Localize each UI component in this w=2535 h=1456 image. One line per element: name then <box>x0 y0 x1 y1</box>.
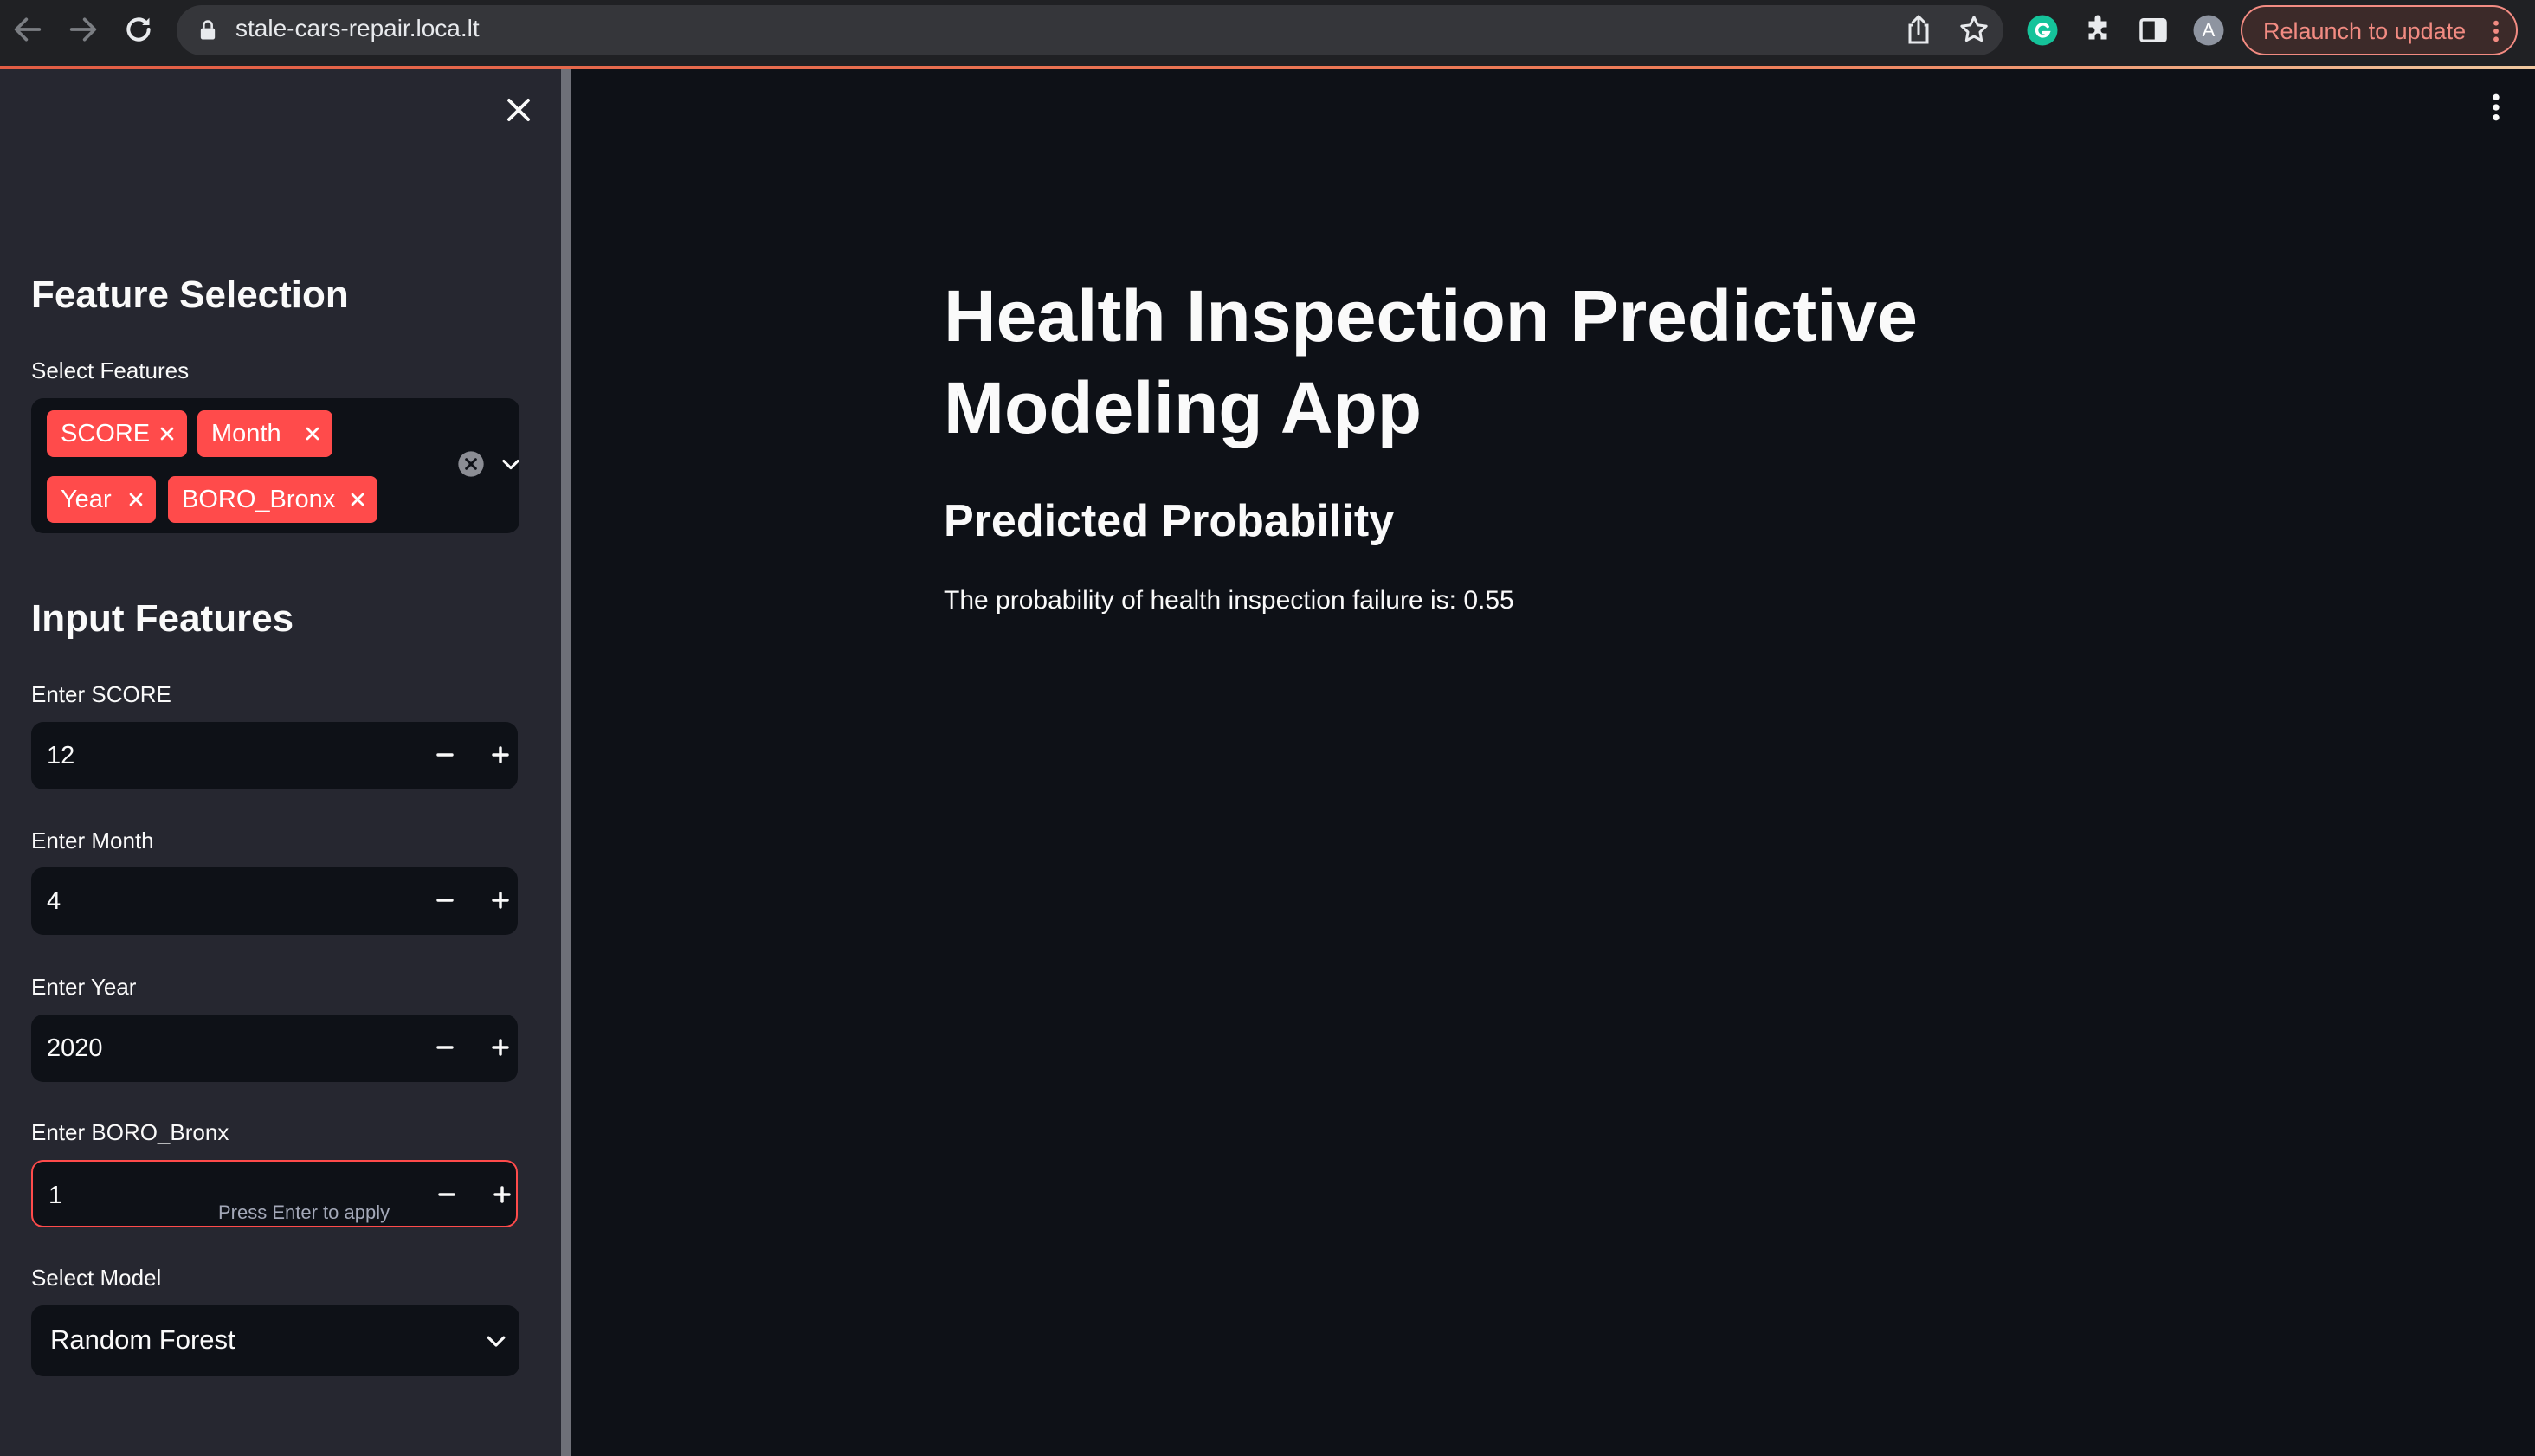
score-number-input[interactable]: 12 <box>31 722 518 789</box>
feature-selection-heading: Feature Selection <box>31 274 349 316</box>
remove-chip-icon[interactable] <box>305 426 320 441</box>
increment-icon[interactable] <box>487 1034 514 1061</box>
clear-all-icon[interactable] <box>457 450 485 478</box>
decrement-icon[interactable] <box>431 1034 459 1061</box>
select-model-label: Select Model <box>31 1265 162 1291</box>
forward-arrow-icon[interactable] <box>66 12 100 47</box>
chip-score: SCORE <box>47 410 187 457</box>
number-value[interactable]: 4 <box>47 886 61 916</box>
share-icon[interactable] <box>1901 12 1936 47</box>
profile-initial: A <box>2202 19 2216 41</box>
remove-chip-icon[interactable] <box>350 492 365 507</box>
chip-boro-bronx: BORO_Bronx <box>168 476 377 523</box>
increment-icon[interactable] <box>487 886 514 914</box>
profile-avatar[interactable]: A <box>2190 12 2227 48</box>
sidebar-resize-handle[interactable] <box>561 69 571 1456</box>
press-enter-hint: Press Enter to apply <box>218 1202 390 1223</box>
decrement-icon[interactable] <box>431 886 459 914</box>
year-input-label: Enter Year <box>31 974 137 1000</box>
lock-icon[interactable] <box>196 18 220 42</box>
chip-month: Month <box>197 410 332 457</box>
increment-icon[interactable] <box>487 741 514 769</box>
prediction-result-text: The probability of health inspection fai… <box>944 586 1514 615</box>
reload-icon[interactable] <box>121 12 156 47</box>
page-title: Health Inspection Predictive Modeling Ap… <box>944 275 1918 448</box>
features-multiselect[interactable]: SCORE Month Year BORO_Bronx <box>31 398 519 533</box>
chip-label: SCORE <box>61 420 151 448</box>
relaunch-label: Relaunch to update <box>2263 18 2467 44</box>
boro-bronx-input-label: Enter BORO_Bronx <box>31 1119 229 1145</box>
chip-label: Year <box>61 486 112 513</box>
relaunch-button[interactable]: Relaunch to update <box>2241 5 2518 55</box>
star-icon[interactable] <box>1957 12 1991 47</box>
main-menu-icon[interactable] <box>2483 90 2509 125</box>
close-sidebar-icon[interactable] <box>502 93 535 126</box>
browser-toolbar: stale-cars-repair.loca.lt A Relaunch to … <box>0 0 2535 68</box>
number-value[interactable]: 1 <box>48 1181 62 1210</box>
number-value[interactable]: 2020 <box>47 1034 103 1063</box>
decrement-icon[interactable] <box>431 741 459 769</box>
remove-chip-icon[interactable] <box>159 426 175 441</box>
increment-icon[interactable] <box>488 1181 516 1208</box>
url-text[interactable]: stale-cars-repair.loca.lt <box>235 13 480 44</box>
chevron-down-icon[interactable] <box>499 452 523 476</box>
chip-year: Year <box>47 476 156 523</box>
number-value[interactable]: 12 <box>47 741 74 770</box>
model-select-value: Random Forest <box>50 1324 235 1355</box>
app-root: stale-cars-repair.loca.lt A Relaunch to … <box>0 0 2535 1456</box>
kebab-menu-icon[interactable] <box>2490 17 2502 45</box>
extensions-puzzle-icon[interactable] <box>2080 12 2116 48</box>
month-input-label: Enter Month <box>31 828 154 854</box>
score-input-label: Enter SCORE <box>31 681 171 707</box>
chip-label: BORO_Bronx <box>182 486 336 513</box>
select-features-label: Select Features <box>31 358 190 383</box>
remove-chip-icon[interactable] <box>128 492 144 507</box>
side-panel-icon[interactable] <box>2135 12 2171 48</box>
chip-label: Month <box>211 420 281 448</box>
input-features-heading: Input Features <box>31 597 294 640</box>
boro-bronx-number-input[interactable]: 1 Press Enter to apply <box>31 1160 518 1227</box>
predicted-probability-heading: Predicted Probability <box>944 496 1395 546</box>
back-arrow-icon[interactable] <box>10 12 45 47</box>
grammarly-icon[interactable] <box>2024 12 2061 48</box>
chevron-down-icon[interactable] <box>483 1328 509 1354</box>
decrement-icon[interactable] <box>433 1181 461 1208</box>
model-select[interactable]: Random Forest <box>31 1305 519 1376</box>
month-number-input[interactable]: 4 <box>31 867 518 935</box>
year-number-input[interactable]: 2020 <box>31 1015 518 1082</box>
